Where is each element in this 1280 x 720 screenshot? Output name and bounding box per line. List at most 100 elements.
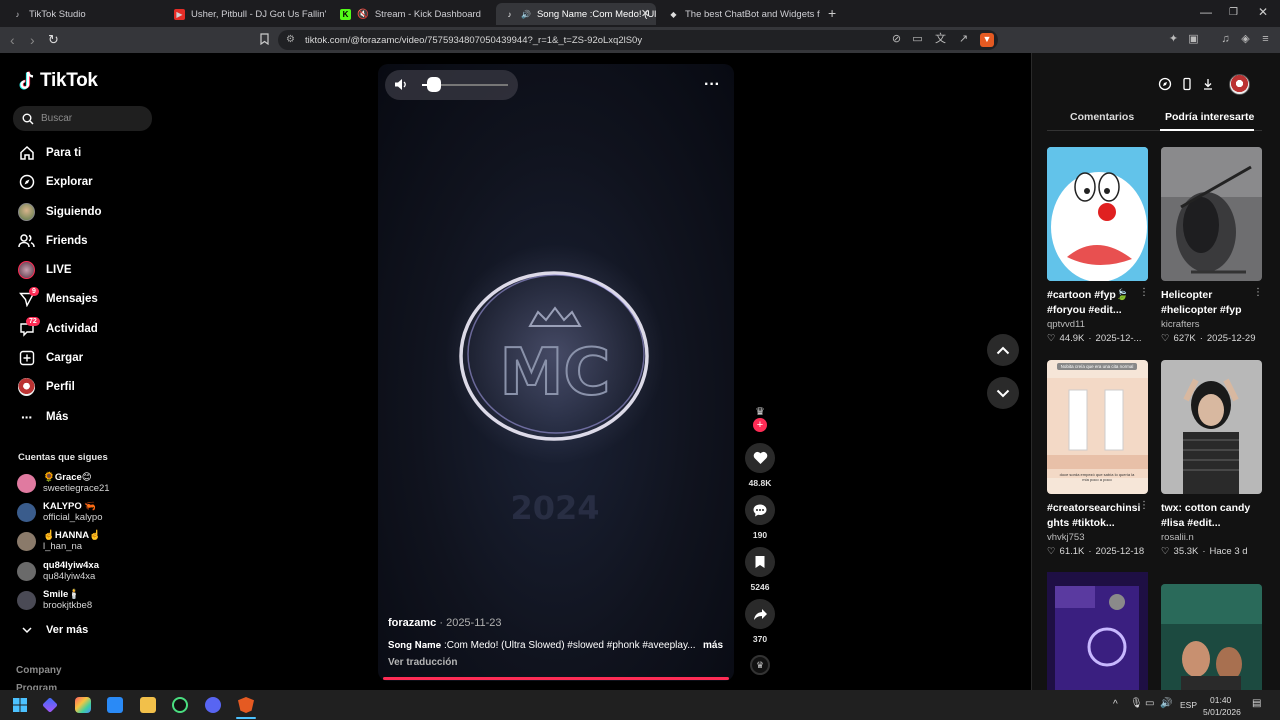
tab-song-name[interactable]: ♪ 🔊 Song Name :Com Medo! (Ult ✕ <box>496 3 656 25</box>
brave-shield-icon[interactable]: ▼ <box>980 33 994 47</box>
tab-tiktok-studio[interactable]: ♪ TikTok Studio <box>4 3 164 25</box>
music-icon[interactable]: ♫ <box>1219 33 1232 46</box>
share-action[interactable]: 370 <box>745 599 775 644</box>
next-video-button[interactable] <box>987 377 1019 409</box>
video-progress-bar[interactable] <box>383 677 729 680</box>
video-more-options-icon[interactable]: ··· <box>704 76 720 94</box>
clock-time[interactable]: 01:40 <box>1210 695 1231 705</box>
tab-chatbot[interactable]: ◆ The best ChatBot and Widgets for Ki <box>660 3 820 25</box>
following-item[interactable]: ☝️HANNA☝️ l_han_na <box>17 530 101 552</box>
nav-cargar[interactable]: Cargar <box>18 348 83 368</box>
no-media-icon[interactable]: ⊘ <box>890 33 903 46</box>
site-info-icon[interactable]: ⚙ <box>286 34 295 45</box>
speaker-icon[interactable] <box>394 78 408 96</box>
nav-mensajes[interactable]: 9 Mensajes <box>18 286 98 309</box>
compass-icon[interactable] <box>1158 77 1172 91</box>
recommended-video-card[interactable] <box>1161 584 1262 690</box>
previous-video-button[interactable] <box>987 334 1019 366</box>
bookmark-icon[interactable] <box>258 33 271 46</box>
video-player[interactable]: MC 2024 <box>378 64 734 681</box>
tab-kick-dashboard[interactable]: K 🔇 Stream - Kick Dashboard <box>332 3 492 25</box>
following-item[interactable]: 🌻Grace😊 sweetiegrace21 <box>17 472 110 494</box>
comment-action[interactable]: 190 <box>745 495 775 540</box>
windows-start-icon[interactable] <box>12 697 28 713</box>
store-icon[interactable] <box>107 697 123 713</box>
notifications-icon[interactable]: ▤ <box>1252 698 1261 709</box>
see-more-button[interactable]: Ver más <box>18 620 88 640</box>
author-avatar-button[interactable]: ♛ + <box>745 398 775 432</box>
brave-browser-icon[interactable] <box>238 697 254 713</box>
volume-slider-handle[interactable] <box>426 77 441 92</box>
tab-comentarios[interactable]: Comentarios <box>1070 111 1134 123</box>
download-icon[interactable] <box>1201 77 1215 91</box>
bookmark-icon[interactable] <box>745 547 775 577</box>
like-action[interactable]: 48.8K <box>745 443 775 488</box>
card-menu-icon[interactable]: ⋮ <box>1253 287 1263 298</box>
copilot-icon[interactable] <box>42 697 58 713</box>
nav-mas[interactable]: ··· Más <box>18 407 68 427</box>
recommended-video-card[interactable] <box>1047 572 1148 690</box>
follow-plus-icon[interactable]: + <box>753 418 767 432</box>
microphone-icon[interactable]: 🎙 <box>1130 698 1143 709</box>
new-tab-button[interactable]: + <box>828 5 836 21</box>
close-window-icon[interactable]: ✕ <box>1258 5 1268 19</box>
following-item[interactable]: Smile🕯️ brookjtkbe8 <box>17 589 92 611</box>
share-arrow-icon[interactable] <box>745 599 775 629</box>
chevron-down-icon <box>996 389 1010 397</box>
translate-icon[interactable]: 文 <box>934 33 947 46</box>
tray-chevron-icon[interactable]: ^ <box>1113 699 1118 710</box>
extensions-icon[interactable]: ✦ <box>1167 33 1180 46</box>
following-item[interactable]: qu84lyiw4xa qu84lyiw4xa <box>17 560 99 582</box>
sound-disc[interactable]: ♛ <box>745 655 775 675</box>
heart-outline-icon: ♡ <box>1161 333 1170 344</box>
language-indicator[interactable]: ESP <box>1180 700 1197 710</box>
recommended-video-card[interactable]: #cartoon #fyp🍃 #foryou #edit... qptvvd11 … <box>1047 147 1149 344</box>
tab-podria-interesarte[interactable]: Podría interesarte <box>1165 111 1254 123</box>
following-item[interactable]: KALYPO 🦐 official_kalypo <box>17 501 103 523</box>
caption-more-button[interactable]: más <box>703 640 723 651</box>
minimize-icon[interactable]: — <box>1200 5 1212 19</box>
cast-icon[interactable]: ▭ <box>911 33 924 46</box>
volume-control[interactable] <box>385 70 518 100</box>
search-input[interactable]: Buscar <box>13 106 152 131</box>
user-avatar-button[interactable] <box>1229 74 1250 95</box>
heart-icon[interactable] <box>745 443 775 473</box>
back-icon[interactable]: ‹ <box>10 32 15 48</box>
save-action[interactable]: 5246 <box>745 547 775 592</box>
translate-button[interactable]: Ver traducción <box>388 657 457 668</box>
card-menu-icon[interactable]: ⋮ <box>1139 500 1149 511</box>
discord-icon[interactable] <box>205 697 221 713</box>
file-explorer-icon[interactable] <box>140 697 156 713</box>
comment-icon[interactable] <box>745 495 775 525</box>
sidebar-icon[interactable]: ▣ <box>1187 33 1200 46</box>
menu-icon[interactable]: ≡ <box>1259 33 1272 46</box>
nav-explorar[interactable]: Explorar <box>18 172 93 192</box>
tiktok-logo[interactable]: TikTok <box>18 70 98 92</box>
volume-icon[interactable]: 🔊 <box>1160 698 1172 709</box>
nav-friends[interactable]: Friends <box>18 231 88 251</box>
nav-para-ti[interactable]: Para ti <box>18 143 81 163</box>
forward-icon[interactable]: › <box>30 32 35 48</box>
nav-perfil[interactable]: Perfil <box>18 377 75 397</box>
card-menu-icon[interactable]: ⋮ <box>1139 287 1149 298</box>
nav-live[interactable]: LIVE <box>18 260 72 280</box>
nav-actividad[interactable]: 72 Actividad <box>18 316 98 339</box>
mobile-icon[interactable] <box>1180 77 1194 91</box>
share-icon[interactable]: ↗ <box>957 33 970 46</box>
wallet-icon[interactable]: ◈ <box>1239 33 1252 46</box>
footer-link-company[interactable]: Company <box>16 665 62 676</box>
close-tab-icon[interactable]: ✕ <box>641 7 650 20</box>
obs-icon[interactable] <box>172 697 188 713</box>
recommended-video-card[interactable]: twx: cotton candy #lisa #edit... rosalii.… <box>1161 360 1262 557</box>
restore-icon[interactable]: ❐ <box>1229 7 1238 18</box>
recommended-video-card[interactable]: Helicopter #helicopter #fyp kicrafters ♡ 6… <box>1161 147 1263 344</box>
nav-siguiendo[interactable]: Siguiendo <box>18 202 102 222</box>
clock-date[interactable]: 5/01/2026 <box>1203 707 1241 717</box>
photos-icon[interactable] <box>75 697 91 713</box>
recommended-video-card[interactable]: Nobita creía que era una cita normal doc… <box>1047 360 1149 557</box>
tab-youtube[interactable]: ▶ Usher, Pitbull - DJ Got Us Fallin' In … <box>166 3 326 25</box>
video-author[interactable]: forazamc <box>388 617 436 629</box>
reload-icon[interactable]: ↻ <box>48 32 59 48</box>
footer-link-program[interactable]: Program <box>16 683 57 690</box>
network-icon[interactable]: ▭ <box>1145 698 1154 709</box>
